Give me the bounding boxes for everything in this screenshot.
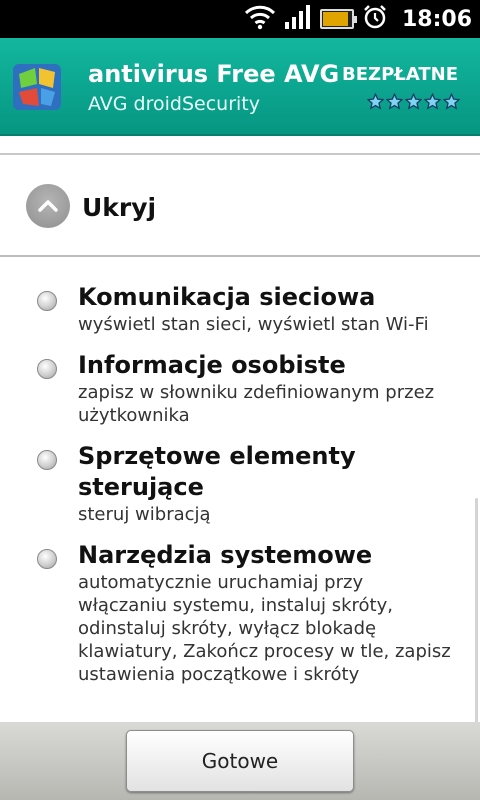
bullet-icon: [37, 549, 57, 569]
permission-item: Narzędzia systemowe automatycznie urucha…: [0, 540, 480, 686]
price-badge: BEZPŁATNE: [342, 64, 458, 85]
hide-section-toggle[interactable]: Ukryj: [0, 160, 480, 255]
status-icons: 18:06: [244, 0, 472, 38]
alarm-icon: [362, 4, 388, 34]
permission-title: Sprzętowe elementy sterujące: [78, 442, 356, 501]
hide-label[interactable]: Ukryj: [82, 193, 156, 222]
battery-icon: [319, 9, 357, 29]
app-developer: AVG droidSecurity: [88, 93, 260, 115]
app-header[interactable]: antivirus Free AVG AVG droidSecurity BEZ…: [0, 38, 480, 136]
permission-list: Komunikacja sieciowa wyświetl stan sieci…: [0, 282, 480, 700]
star-icon: [404, 92, 423, 114]
signal-icon: [284, 4, 312, 34]
footer-bar: Gotowe: [0, 722, 480, 800]
permission-description: steruj wibracją: [78, 504, 211, 525]
bullet-icon: [37, 291, 57, 311]
permission-description: wyświetl stan sieci, wyświetl stan Wi-Fi: [78, 314, 429, 335]
wifi-icon: [244, 4, 276, 34]
done-button[interactable]: Gotowe: [126, 730, 354, 792]
divider: [0, 255, 480, 257]
app-logo-icon: [11, 62, 63, 112]
app-title: antivirus Free AVG: [88, 60, 340, 88]
permission-title: Narzędzia systemowe: [78, 541, 373, 569]
rating-stars: [366, 92, 461, 114]
divider: [0, 153, 480, 155]
permission-title: Informacje osobiste: [78, 351, 346, 379]
bullet-icon: [37, 450, 57, 470]
bullet-icon: [37, 359, 57, 379]
chevron-up-icon[interactable]: [26, 184, 70, 228]
scrollbar[interactable]: [475, 498, 478, 723]
permission-title: Komunikacja sieciowa: [78, 283, 376, 311]
permission-item: Komunikacja sieciowa wyświetl stan sieci…: [0, 282, 480, 336]
battery-level: [322, 12, 349, 26]
star-icon: [385, 92, 404, 114]
status-bar: 18:06: [0, 0, 480, 38]
star-icon: [442, 92, 461, 114]
star-icon: [366, 92, 385, 114]
star-icon: [423, 92, 442, 114]
status-clock: 18:06: [401, 6, 472, 32]
permission-item: Informacje osobiste zapisz w słowniku zd…: [0, 350, 480, 427]
permission-description: automatycznie uruchamiaj przy włączaniu …: [78, 572, 451, 685]
permission-item: Sprzętowe elementy sterujące steruj wibr…: [0, 441, 480, 526]
permission-description: zapisz w słowniku zdefiniowanym przez uż…: [78, 382, 435, 426]
